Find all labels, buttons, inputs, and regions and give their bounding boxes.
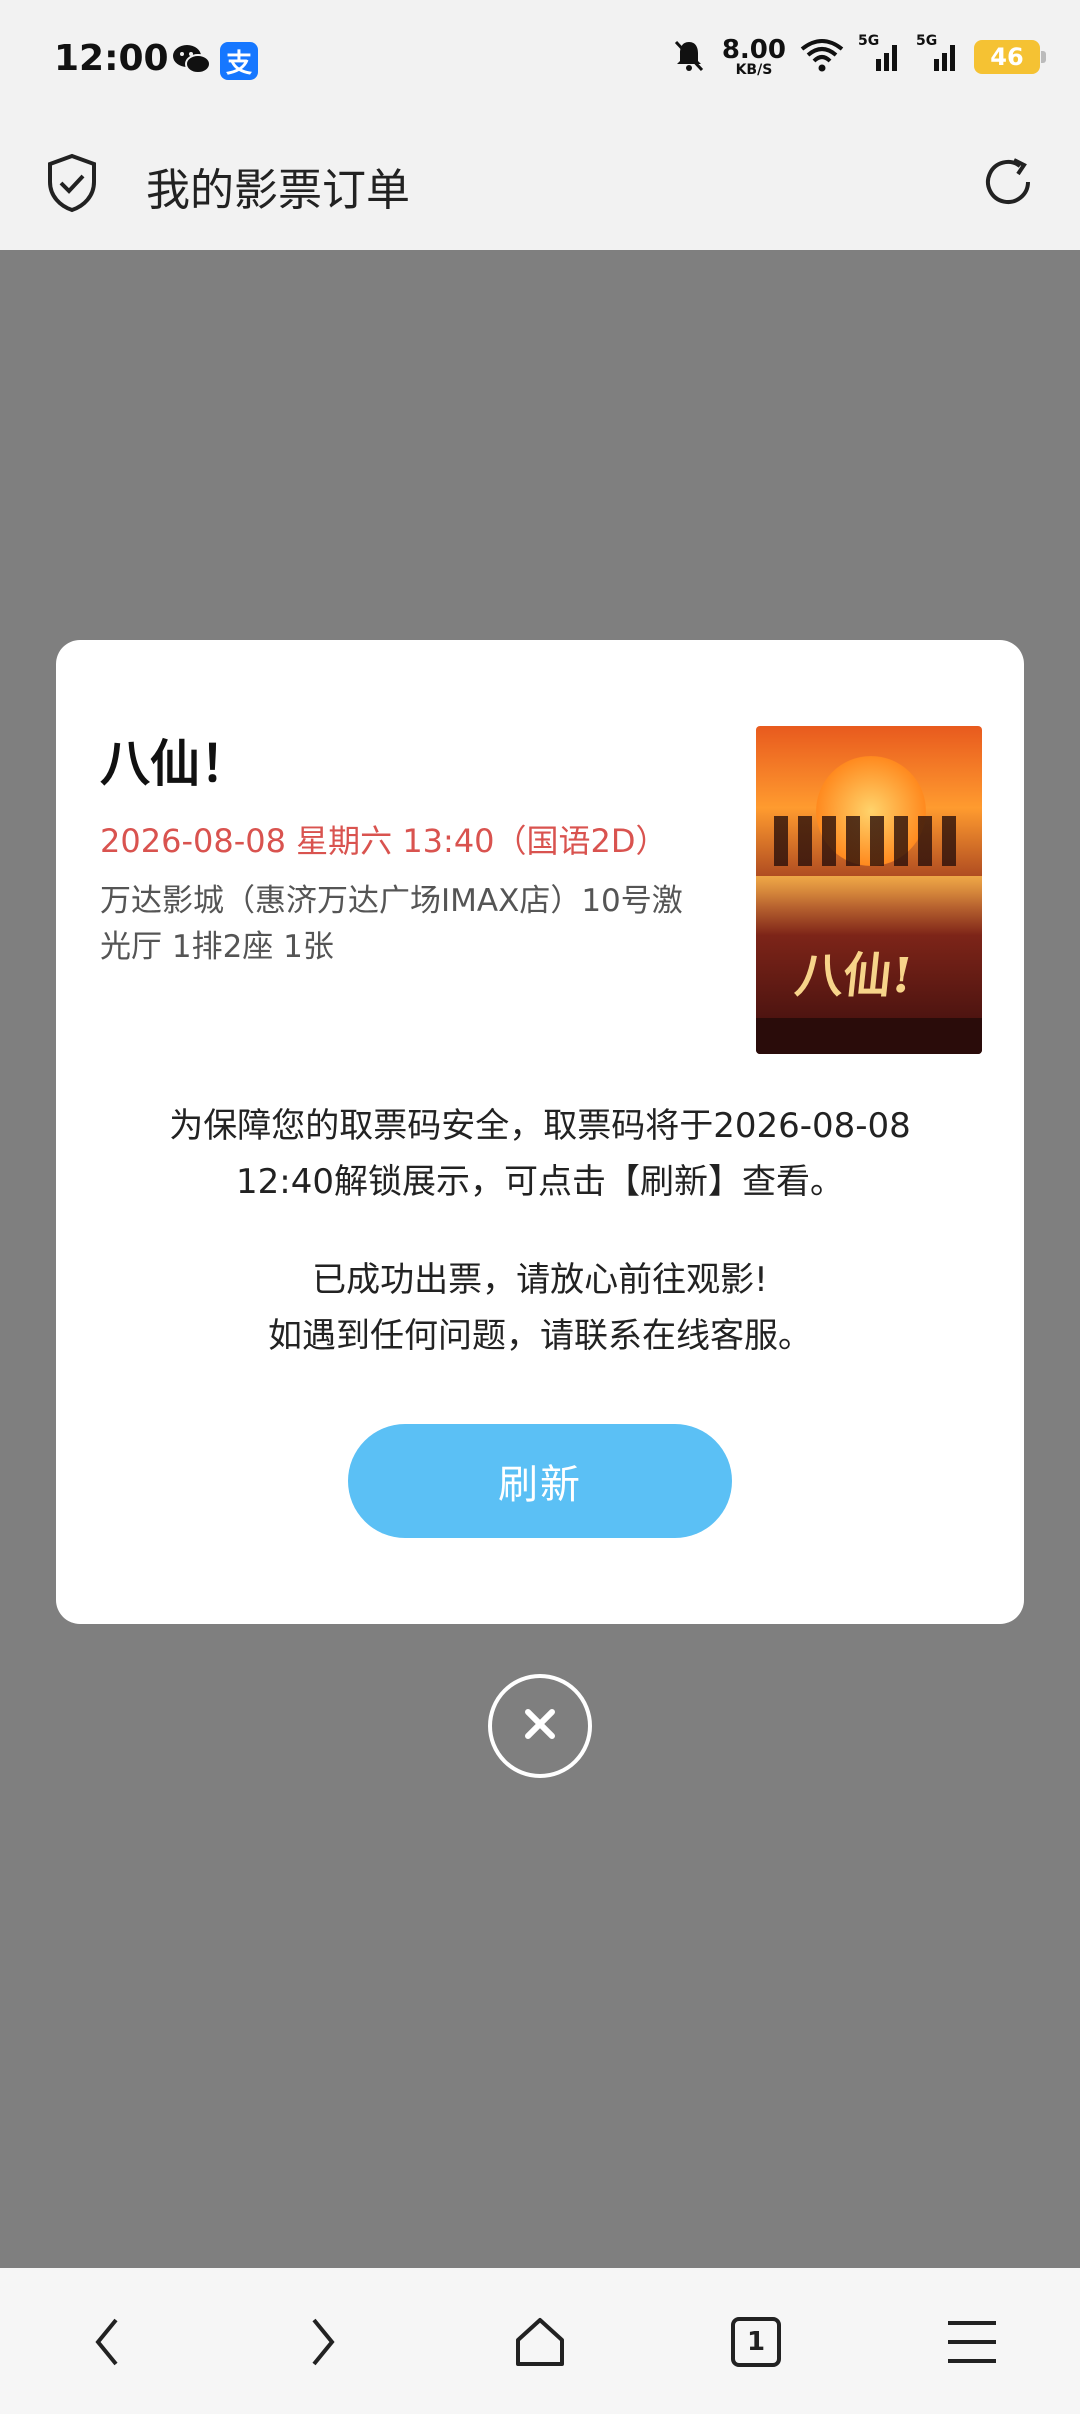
forward-button[interactable] (284, 2304, 360, 2380)
success-notice: 已成功出票，请放心前往观影! 如遇到任何问题，请联系在线客服。 (100, 1252, 980, 1364)
page-title: 我的影票订单 (146, 165, 410, 216)
signal-label: 5G (858, 33, 880, 49)
menu-icon (948, 2321, 996, 2363)
close-modal-button[interactable] (488, 1674, 592, 1778)
mute-bell-icon (670, 36, 708, 78)
back-icon (95, 2318, 118, 2366)
success-line-1: 已成功出票，请放心前往观影! (312, 1260, 768, 1300)
status-bar: 12:00 支 8.00 KB/S 5G 5G 46 (0, 0, 1080, 124)
poster-strip (756, 1018, 982, 1054)
poster-figures (774, 816, 964, 866)
showtime: 2026-08-08 星期六 13:40（国语2D） (100, 822, 668, 860)
wifi-icon (800, 37, 844, 77)
tabs-icon: 1 (731, 2317, 781, 2367)
bottom-nav: 1 (0, 2268, 1080, 2414)
wechat-icon (172, 42, 212, 82)
net-speed: 8.00 KB/S (722, 37, 786, 77)
movie-poster: 八仙! (756, 726, 982, 1054)
menu-button[interactable] (934, 2304, 1010, 2380)
home-icon (516, 2318, 564, 2366)
app-header: 我的影票订单 (0, 124, 1080, 250)
notice-line-1: 为保障您的取票码安全，取票码将于2026-08-08 (169, 1106, 911, 1146)
refresh-button[interactable]: 刷新 (348, 1424, 732, 1538)
refresh-icon[interactable] (980, 152, 1036, 216)
forward-icon (312, 2318, 335, 2366)
pickup-code-notice: 为保障您的取票码安全，取票码将于2026-08-08 12:40解锁展示，可点击… (100, 1098, 980, 1210)
status-time: 12:00 (54, 38, 169, 79)
battery-icon: 46 (974, 40, 1046, 74)
venue-seat-info: 万达影城（惠济万达广场IMAX店）10号激光厅 1排2座 1张 (100, 883, 683, 965)
notice-line-2: 12:40解锁展示，可点击【刷新】查看。 (236, 1162, 844, 1202)
success-line-2: 如遇到任何问题，请联系在线客服。 (268, 1316, 812, 1356)
signal-icon: 5G (858, 33, 902, 77)
status-right: 8.00 KB/S 5G 5G 46 (670, 33, 1046, 78)
alipay-icon: 支 (220, 42, 258, 80)
net-speed-value: 8.00 (721, 35, 786, 65)
ticket-modal: 八仙！ 2026-08-08 星期六 13:40（国语2D） 万达影城（惠济万达… (56, 640, 1024, 1624)
movie-title: 八仙！ (100, 735, 250, 793)
close-icon (520, 1704, 560, 1748)
poster-water (756, 876, 982, 936)
home-button[interactable] (502, 2304, 578, 2380)
shield-check-icon[interactable] (44, 152, 100, 218)
signal-label: 5G (916, 33, 938, 49)
signal-icon: 5G (916, 33, 960, 77)
poster-title: 八仙! (792, 948, 916, 1004)
tabs-button[interactable]: 1 (718, 2304, 794, 2380)
net-speed-unit: KB/S (735, 62, 773, 78)
back-button[interactable] (70, 2304, 146, 2380)
